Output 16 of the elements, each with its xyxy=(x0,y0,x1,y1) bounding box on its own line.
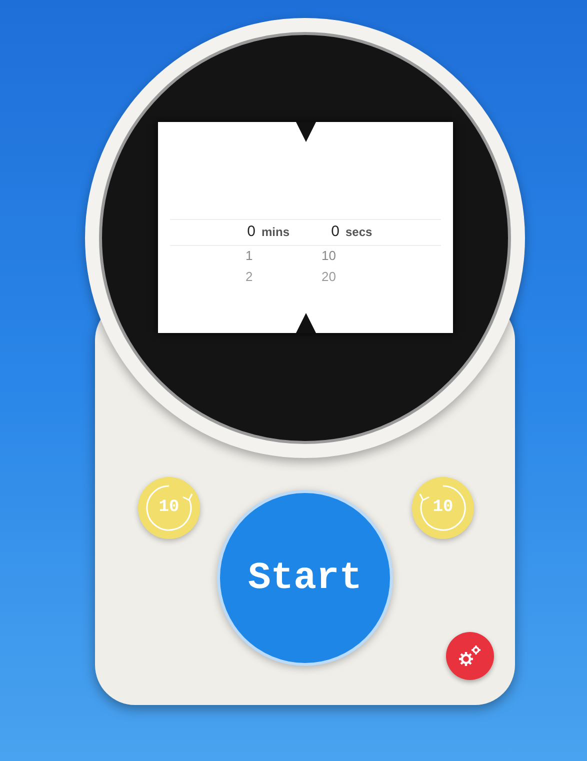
gears-icon xyxy=(457,644,483,668)
circular-arrow-icon xyxy=(418,483,468,533)
seconds-value: 0 xyxy=(330,222,340,242)
minutes-option[interactable]: 1 xyxy=(170,246,256,266)
seconds-option[interactable]: 10 xyxy=(322,246,336,266)
circular-arrow-icon xyxy=(144,483,194,533)
minutes-unit: mins xyxy=(262,224,291,241)
time-picker[interactable]: 0 mins 0 secs 1 10 2 20 xyxy=(158,122,452,332)
seconds-unit: secs xyxy=(346,224,372,241)
start-button[interactable]: Start xyxy=(217,490,393,666)
settings-button[interactable] xyxy=(446,632,494,680)
minutes-option[interactable]: 2 xyxy=(170,267,256,287)
pointer-icon xyxy=(296,122,316,142)
minutes-value: 0 xyxy=(246,222,256,242)
seconds-option[interactable]: 20 xyxy=(322,267,336,287)
pointer-icon xyxy=(296,312,316,332)
